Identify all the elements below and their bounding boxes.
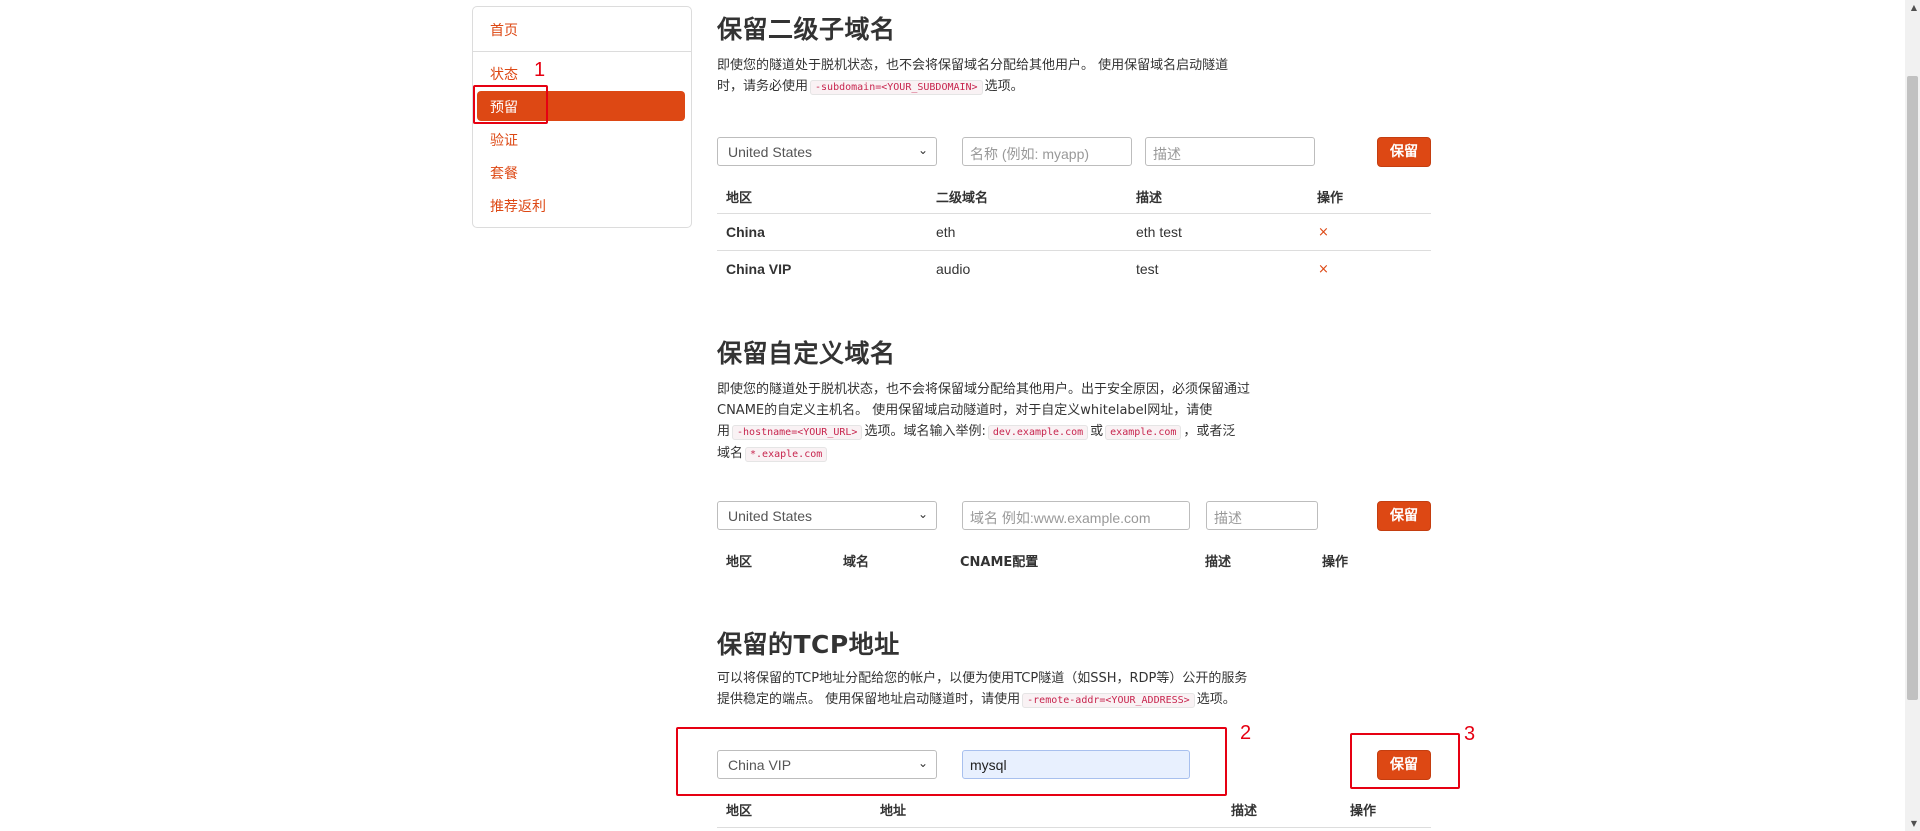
- subdomain-col-region: 地区: [726, 191, 753, 206]
- annotation-box-1: [473, 85, 548, 124]
- subdomain-col-desc: 描述: [1136, 191, 1163, 206]
- subdomain-desc-placeholder: 描述: [1153, 146, 1181, 162]
- custom-domain-placeholder: 域名 例如:www.example.com: [970, 510, 1151, 526]
- tcp-col-action: 操作: [1350, 804, 1377, 819]
- tcp-desc-line2: 提供稳定的端点。 使用保留地址启动隧道时，请使用 -remote-addr=<YO…: [717, 689, 1302, 711]
- custom-domain-region-value: United States: [728, 508, 813, 524]
- annotation-number-1: 1: [534, 59, 546, 81]
- scroll-up-arrow-icon[interactable]: ▲: [1911, 3, 1917, 12]
- chevron-down-icon: ⌄: [917, 507, 928, 521]
- annotation-box-3: [1350, 733, 1460, 789]
- custom-domain-desc-line3: 用 -hostname=<YOUR_URL> 选项。域名输入举例: dev.examp…: [717, 421, 1302, 443]
- sidebar-item-status[interactable]: 状态: [490, 64, 518, 84]
- sidebar-item-plan[interactable]: 套餐: [490, 163, 518, 183]
- subdomain-desc-line2: 时，请务必使用 -subdomain=<YOUR_SUBDOMAIN> 选项。: [717, 76, 1302, 98]
- subdomain-region-select[interactable]: United States ⌄: [717, 137, 937, 166]
- subdomain-desc-text-end: 选项。: [984, 79, 1024, 94]
- subdomain-title: 保留二级子域名: [717, 15, 896, 44]
- custom-domain-desc-line4: 域名 *.exaple.com: [717, 443, 1302, 465]
- desc-text: 提供稳定的端点。 使用保留地址启动隧道时，请使用: [717, 692, 1021, 707]
- custom-domain-desc-line2: CNAME的自定义主机名。 使用保留域启动隧道时，对于自定义whitelabel…: [717, 403, 1213, 418]
- subdomain-desc-line1: 即使您的隧道处于脱机状态，也不会将保留域名分配给其他用户。 使用保留域名启动隧道: [717, 58, 1229, 73]
- desc-text: 用: [717, 424, 731, 439]
- custom-domain-desc-line1: 即使您的隧道处于脱机状态，也不会将保留域分配给其他用户。出于安全原因，必须保留通…: [717, 382, 1251, 397]
- subdomain-name-placeholder: 名称 (例如: myapp): [970, 146, 1090, 162]
- custom-domain-col-domain: 域名: [843, 555, 870, 570]
- table-divider: [717, 213, 1431, 214]
- subdomain-save-button[interactable]: 保留: [1377, 137, 1431, 167]
- custom-domain-desc-input[interactable]: 描述: [1206, 501, 1318, 530]
- sidebar-item-verify[interactable]: 验证: [490, 130, 518, 150]
- tcp-description: 可以将保留的TCP地址分配给您的帐户，以便为使用TCP隧道（如SSH，RDP等）…: [717, 668, 1302, 711]
- sidebar-item-home[interactable]: 首页: [490, 20, 518, 40]
- example-code: example.com: [1105, 425, 1182, 440]
- tcp-title: 保留的TCP地址: [717, 630, 900, 659]
- remote-addr-code: -remote-addr=<YOUR_ADDRESS>: [1022, 693, 1195, 708]
- subdomain-name-input[interactable]: 名称 (例如: myapp): [962, 137, 1132, 166]
- chevron-down-icon: ⌄: [917, 143, 928, 157]
- custom-domain-save-button[interactable]: 保留: [1377, 501, 1431, 531]
- custom-domain-title: 保留自定义域名: [717, 339, 896, 368]
- table-divider: [717, 827, 1431, 828]
- subdomain-col-subdomain: 二级域名: [936, 191, 989, 206]
- custom-domain-description: 即使您的隧道处于脱机状态，也不会将保留域分配给其他用户。出于安全原因，必须保留通…: [717, 379, 1302, 465]
- table-row-subdomain: audio: [936, 261, 971, 277]
- scrollbar[interactable]: ▲ ▼: [1905, 0, 1920, 831]
- table-row-region: China: [726, 224, 765, 240]
- desc-text: 域名: [717, 446, 744, 461]
- scroll-down-arrow-icon[interactable]: ▼: [1911, 819, 1917, 828]
- annotation-number-3: 3: [1464, 723, 1476, 745]
- custom-domain-col-region: 地区: [726, 555, 753, 570]
- sidebar-item-referral[interactable]: 推荐返利: [490, 196, 546, 216]
- subdomain-code: -subdomain=<YOUR_SUBDOMAIN>: [810, 80, 983, 95]
- subdomain-description: 即使您的隧道处于脱机状态，也不会将保留域名分配给其他用户。 使用保留域名启动隧道…: [717, 55, 1302, 98]
- sidebar-divider: [473, 51, 691, 52]
- subdomain-region-value: United States: [728, 144, 813, 160]
- subdomain-desc-text: 时，请务必使用: [717, 79, 809, 94]
- custom-domain-region-select[interactable]: United States ⌄: [717, 501, 937, 530]
- custom-domain-col-cname: CNAME配置: [960, 555, 1039, 570]
- custom-domain-col-desc: 描述: [1205, 555, 1232, 570]
- desc-text: ，或者泛: [1183, 424, 1236, 439]
- annotation-box-2: [676, 727, 1227, 796]
- subdomain-desc-input[interactable]: 描述: [1145, 137, 1315, 166]
- custom-domain-col-action: 操作: [1322, 555, 1349, 570]
- table-row-subdomain: eth: [936, 224, 956, 240]
- delete-icon[interactable]: ×: [1318, 225, 1329, 240]
- table-row-region: China VIP: [726, 261, 792, 277]
- table-divider: [717, 250, 1431, 251]
- table-row-desc: test: [1136, 261, 1159, 277]
- tcp-col-region: 地区: [726, 804, 753, 819]
- hostname-code: -hostname=<YOUR_URL>: [732, 425, 863, 440]
- annotation-number-2: 2: [1240, 722, 1252, 744]
- tcp-desc-line1: 可以将保留的TCP地址分配给您的帐户，以便为使用TCP隧道（如SSH，RDP等）…: [717, 671, 1248, 686]
- custom-domain-input[interactable]: 域名 例如:www.example.com: [962, 501, 1190, 530]
- table-row-desc: eth test: [1136, 224, 1182, 240]
- tcp-col-address: 地址: [880, 804, 907, 819]
- tcp-col-desc: 描述: [1231, 804, 1258, 819]
- wildcard-code: *.exaple.com: [745, 447, 828, 462]
- scrollbar-thumb[interactable]: [1907, 76, 1918, 700]
- subdomain-col-action: 操作: [1317, 191, 1344, 206]
- delete-icon[interactable]: ×: [1318, 262, 1329, 277]
- example-code: dev.example.com: [987, 425, 1089, 440]
- desc-text: 或: [1090, 424, 1104, 439]
- desc-text: 选项。域名输入举例:: [864, 424, 986, 439]
- desc-text: 选项。: [1196, 692, 1236, 707]
- custom-domain-desc-placeholder: 描述: [1214, 510, 1242, 526]
